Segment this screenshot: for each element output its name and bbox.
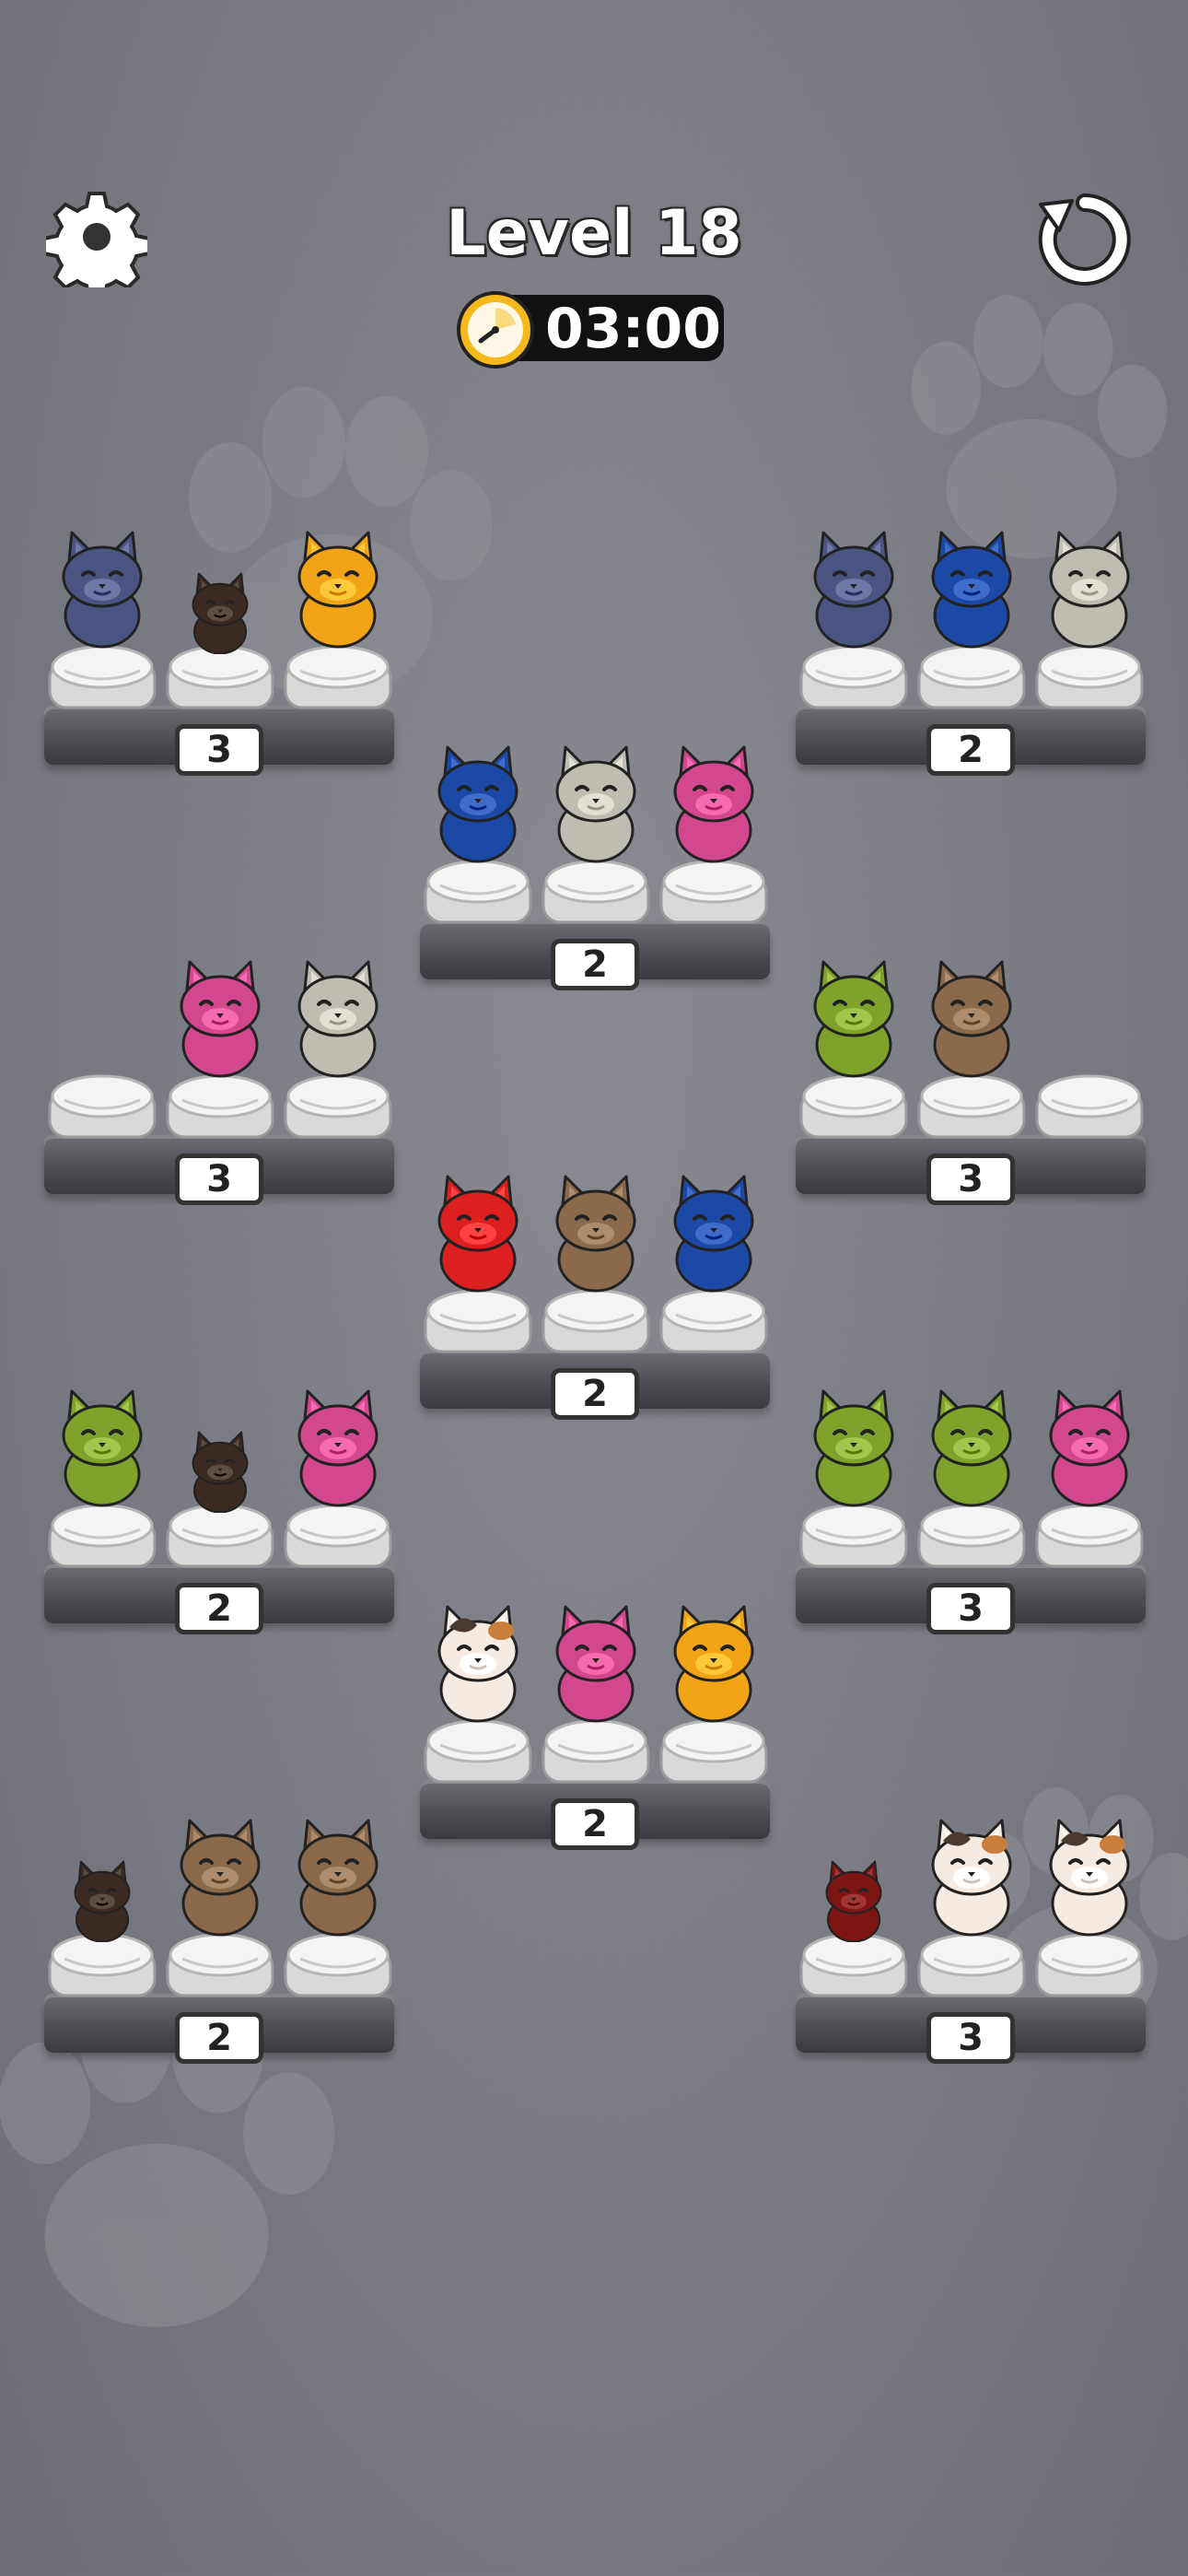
restart-button[interactable] xyxy=(1031,186,1138,293)
stopwatch-icon xyxy=(457,291,534,369)
cat-dark[interactable] xyxy=(46,1804,158,1943)
cat-green[interactable] xyxy=(915,1375,1028,1513)
shelf-count-badge: 3 xyxy=(926,1153,1015,1205)
shelf-3[interactable]: 2 xyxy=(420,740,770,990)
cat-blue[interactable] xyxy=(915,516,1028,654)
restart-icon xyxy=(1038,193,1131,286)
shelf-count-badge: 2 xyxy=(926,724,1015,776)
cat-gray[interactable] xyxy=(282,945,394,1083)
cat-navy[interactable] xyxy=(46,516,158,654)
cat-blue[interactable] xyxy=(422,731,534,869)
cat-darkred[interactable] xyxy=(798,1804,910,1943)
shelf-2[interactable]: 2 xyxy=(796,525,1146,776)
cat-dark[interactable] xyxy=(164,516,276,655)
level-title: Level 18 xyxy=(446,197,742,270)
shelf-count-badge: 3 xyxy=(175,1153,263,1205)
cat-orange[interactable] xyxy=(658,1590,770,1728)
shelf-count-badge: 2 xyxy=(175,1583,263,1634)
timer-text: 03:00 xyxy=(545,297,721,361)
shelf-7[interactable]: 2 xyxy=(44,1384,394,1634)
cat-brown[interactable] xyxy=(164,1804,276,1942)
cat-brown[interactable] xyxy=(282,1804,394,1942)
shelf-8[interactable]: 3 xyxy=(796,1384,1146,1634)
shelf-11[interactable]: 3 xyxy=(796,1813,1146,2064)
shelf-6[interactable]: 2 xyxy=(420,1169,770,1420)
shelf-10[interactable]: 2 xyxy=(44,1813,394,2064)
cat-blue[interactable] xyxy=(658,1160,770,1298)
cat-dark[interactable] xyxy=(164,1375,276,1514)
top-bar: Level 18 03:00 xyxy=(0,0,1188,387)
shelf-1[interactable]: 3 xyxy=(44,525,394,776)
shelf-count-badge: 2 xyxy=(175,2012,263,2064)
cat-brown[interactable] xyxy=(915,945,1028,1083)
shelf-count-badge: 2 xyxy=(551,1368,639,1420)
cat-gray[interactable] xyxy=(1033,516,1146,654)
shelf-9[interactable]: 2 xyxy=(420,1599,770,1850)
cat-green[interactable] xyxy=(798,945,910,1083)
shelf-4[interactable]: 3 xyxy=(44,954,394,1205)
shelf-count-badge: 2 xyxy=(551,939,639,990)
cat-calico[interactable] xyxy=(915,1804,1028,1942)
cat-orange[interactable] xyxy=(282,516,394,654)
cat-green[interactable] xyxy=(798,1375,910,1513)
cushion-slot[interactable] xyxy=(46,1063,158,1144)
cushion-slot[interactable] xyxy=(1033,1063,1146,1144)
cat-pink[interactable] xyxy=(164,945,276,1083)
cat-navy[interactable] xyxy=(798,516,910,654)
shelf-count-badge: 2 xyxy=(551,1798,639,1850)
cat-calico[interactable] xyxy=(1033,1804,1146,1942)
shelf-count-badge: 3 xyxy=(175,724,263,776)
cat-calico[interactable] xyxy=(422,1590,534,1728)
cat-red[interactable] xyxy=(422,1160,534,1298)
cat-green[interactable] xyxy=(46,1375,158,1513)
shelf-count-badge: 3 xyxy=(926,1583,1015,1634)
shelf-5[interactable]: 3 xyxy=(796,954,1146,1205)
timer: 03:00 xyxy=(455,287,731,369)
cat-gray[interactable] xyxy=(540,731,652,869)
cat-pink[interactable] xyxy=(658,731,770,869)
cat-pink[interactable] xyxy=(1033,1375,1146,1513)
cat-pink[interactable] xyxy=(282,1375,394,1513)
cat-pink[interactable] xyxy=(540,1590,652,1728)
shelf-count-badge: 3 xyxy=(926,2012,1015,2064)
cat-brown[interactable] xyxy=(540,1160,652,1298)
